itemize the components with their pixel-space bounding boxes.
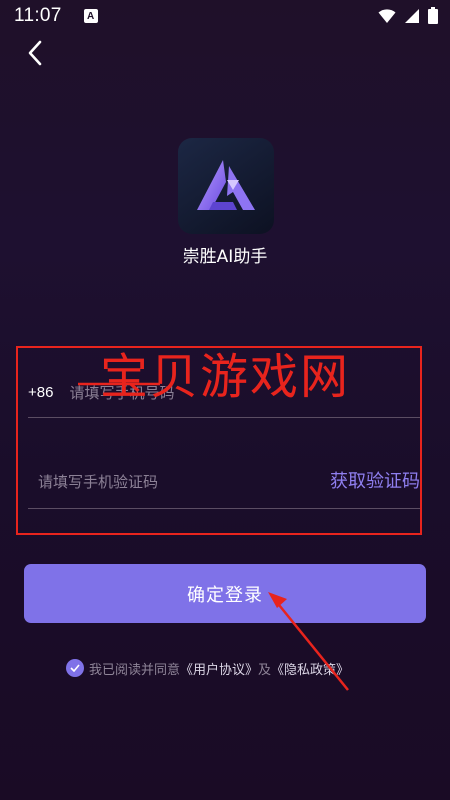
agreement-conjunction: 及 bbox=[258, 662, 272, 678]
triangle-logo-icon bbox=[197, 160, 255, 210]
check-icon bbox=[70, 664, 80, 672]
agreement-prefix: 我已阅读并同意 bbox=[89, 662, 181, 678]
agreement-checkbox[interactable] bbox=[66, 659, 84, 677]
status-bar: 11:07 A bbox=[0, 0, 450, 32]
signal-icon bbox=[404, 8, 420, 28]
status-icons bbox=[378, 7, 438, 28]
app-name: 崇胜AI助手 bbox=[182, 247, 268, 267]
annotation-box bbox=[16, 346, 422, 535]
privacy-policy-link[interactable]: 《隐私政策》 bbox=[271, 659, 349, 678]
notification-badge: A bbox=[83, 9, 98, 23]
battery-icon bbox=[428, 7, 438, 28]
chevron-left-icon bbox=[28, 40, 42, 66]
back-button[interactable] bbox=[22, 38, 48, 68]
agreement-row: 我已阅读并同意 《用户协议》 及 《隐私政策》 bbox=[66, 657, 349, 679]
status-time: 11:07 bbox=[14, 5, 62, 26]
user-agreement-link[interactable]: 《用户协议》 bbox=[180, 659, 258, 678]
wifi-icon bbox=[378, 8, 396, 28]
login-button[interactable]: 确定登录 bbox=[24, 564, 426, 623]
app-logo bbox=[178, 138, 274, 234]
